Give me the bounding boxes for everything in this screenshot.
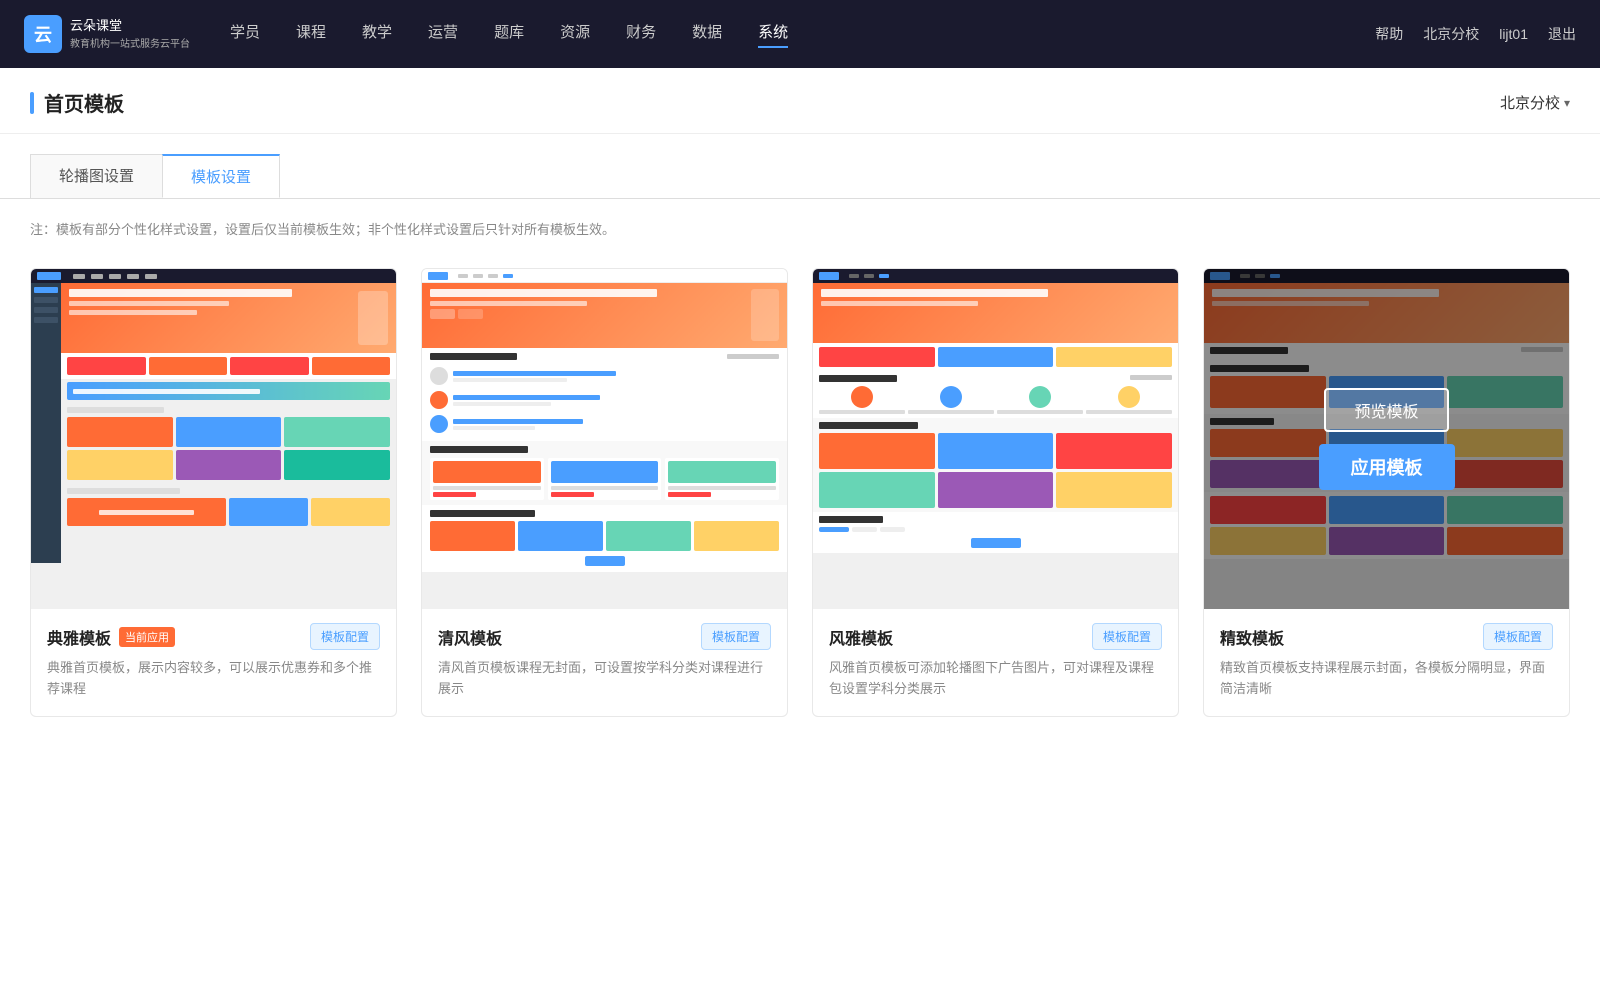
nav-teaching[interactable]: 教学 [362,21,392,48]
logo-name: 云朵课堂 [70,18,190,35]
nav-items: 学员 课程 教学 运营 题库 资源 财务 数据 系统 [230,21,1375,48]
template-card-3: 风雅模板 模板配置 风雅首页模板可添加轮播图下广告图片，可对课程及课程包设置学科… [812,268,1179,717]
tab-carousel[interactable]: 轮播图设置 [30,154,163,198]
template-desc-4: 精致首页模板支持课程展示封面，各模板分隔明显，界面简洁清晰 [1220,658,1553,700]
note-text: 注：模板有部分个性化样式设置，设置后仅当前模板生效；非个性化样式设置后只针对所有… [0,199,1600,248]
template-mockup-1 [31,269,396,609]
page-title-wrap: 首页模板 [30,88,124,117]
logo-subtitle: 教育机构一站式服务云平台 [70,35,190,50]
template-info-1: 典雅模板 当前应用 模板配置 典雅首页模板，展示内容较多，可以展示优惠券和多个推… [31,609,396,716]
template-desc-2: 清风首页模板课程无封面，可设置按学科分类对课程进行展示 [438,658,771,700]
branch-selector[interactable]: 北京分校 ▾ [1500,92,1570,113]
template-preview-1 [31,269,396,609]
template-name-row-4: 精致模板 模板配置 [1220,623,1553,650]
page-title: 首页模板 [44,88,124,117]
nav-finance[interactable]: 财务 [626,21,656,48]
title-bar-accent [30,92,34,114]
logo-icon: 云 [24,15,62,53]
nav-operations[interactable]: 运营 [428,21,458,48]
template-name-4: 精致模板 [1220,625,1284,649]
nav-help[interactable]: 帮助 [1375,24,1403,44]
preview-template-btn[interactable]: 预览模板 [1324,388,1448,432]
template-desc-1: 典雅首页模板，展示内容较多，可以展示优惠券和多个推荐课程 [47,658,380,700]
logo[interactable]: 云 云朵课堂 教育机构一站式服务云平台 [24,15,190,53]
template-name-1: 典雅模板 [47,625,111,649]
mockup-nav [31,269,396,283]
template-info-3: 风雅模板 模板配置 风雅首页模板可添加轮播图下广告图片，可对课程及课程包设置学科… [813,609,1178,716]
template-preview-2 [422,269,787,609]
template-desc-3: 风雅首页模板可添加轮播图下广告图片，可对课程及课程包设置学科分类展示 [829,658,1162,700]
config-btn-1[interactable]: 模板配置 [310,623,380,650]
templates-grid: 典雅模板 当前应用 模板配置 典雅首页模板，展示内容较多，可以展示优惠券和多个推… [0,248,1600,757]
template-card-1: 典雅模板 当前应用 模板配置 典雅首页模板，展示内容较多，可以展示优惠券和多个推… [30,268,397,717]
nav-questions[interactable]: 题库 [494,21,524,48]
page-header: 首页模板 北京分校 ▾ [0,68,1600,134]
template-name-row-3: 风雅模板 模板配置 [829,623,1162,650]
template-name-3: 风雅模板 [829,625,893,649]
nav-right: 帮助 北京分校 lijt01 退出 [1375,24,1576,44]
template-name-2: 清风模板 [438,625,502,649]
logo-text-block: 云朵课堂 教育机构一站式服务云平台 [70,18,190,50]
branch-label: 北京分校 [1500,92,1560,113]
nav-data[interactable]: 数据 [692,21,722,48]
nav-user[interactable]: lijt01 [1499,26,1528,42]
nav-courses[interactable]: 课程 [296,21,326,48]
nav-system[interactable]: 系统 [758,21,788,48]
apply-template-btn[interactable]: 应用模板 [1319,444,1455,490]
template-name-row-2: 清风模板 模板配置 [438,623,771,650]
template-preview-3 [813,269,1178,609]
template-info-2: 清风模板 模板配置 清风首页模板课程无封面，可设置按学科分类对课程进行展示 [422,609,787,716]
tab-template[interactable]: 模板设置 [162,154,280,198]
nav-branch[interactable]: 北京分校 [1423,24,1479,44]
nav-students[interactable]: 学员 [230,21,260,48]
chevron-down-icon: ▾ [1564,96,1570,110]
navbar: 云 云朵课堂 教育机构一站式服务云平台 学员 课程 教学 运营 题库 资源 财务… [0,0,1600,68]
template-overlay-4: 预览模板 应用模板 [1204,269,1569,609]
nav-logout[interactable]: 退出 [1548,24,1576,44]
tabs-container: 轮播图设置 模板设置 [0,134,1600,199]
template-mockup-3 [813,269,1178,609]
template-card-2: 清风模板 模板配置 清风首页模板课程无封面，可设置按学科分类对课程进行展示 [421,268,788,717]
template-preview-4: 预览模板 应用模板 [1204,269,1569,609]
nav-resources[interactable]: 资源 [560,21,590,48]
config-btn-3[interactable]: 模板配置 [1092,623,1162,650]
template-info-4: 精致模板 模板配置 精致首页模板支持课程展示封面，各模板分隔明显，界面简洁清晰 [1204,609,1569,716]
config-btn-2[interactable]: 模板配置 [701,623,771,650]
current-badge-1: 当前应用 [119,627,175,647]
template-card-4: 预览模板 应用模板 精致模板 模板配置 精致首页模板支持课程展示封面，各模板分隔… [1203,268,1570,717]
page-container: 首页模板 北京分校 ▾ 轮播图设置 模板设置 注：模板有部分个性化样式设置，设置… [0,68,1600,990]
template-name-row-1: 典雅模板 当前应用 模板配置 [47,623,380,650]
template-mockup-2 [422,269,787,609]
config-btn-4[interactable]: 模板配置 [1483,623,1553,650]
